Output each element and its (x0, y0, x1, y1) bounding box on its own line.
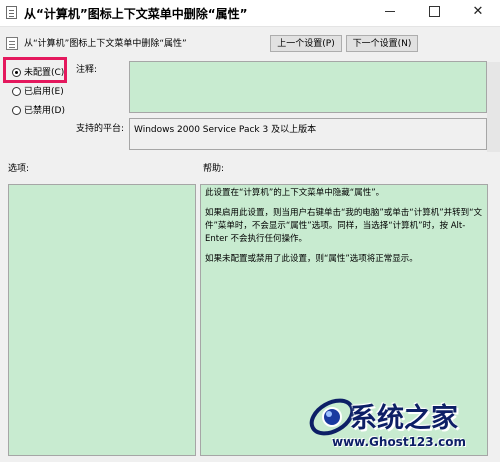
close-button[interactable]: ✕ (456, 0, 500, 26)
platform-label: 支持的平台: (76, 124, 125, 134)
watermark-url: www.Ghost123.com (332, 435, 467, 449)
options-label: 选项: (8, 164, 30, 174)
radio-icon[interactable] (12, 106, 21, 115)
help-paragraph: 此设置在“计算机”的上下文菜单中隐藏“属性”。 (205, 188, 385, 198)
radio-icon[interactable] (12, 87, 21, 96)
radio-label: 已禁用(D) (24, 106, 65, 116)
title-bar: 从“计算机”图标上下文菜单中删除“属性” ✕ (0, 0, 500, 27)
minimize-button[interactable] (368, 0, 412, 26)
radio-disabled[interactable]: 已禁用(D) (12, 103, 65, 117)
policy-name: 从“计算机”图标上下文菜单中删除“属性” (24, 39, 187, 49)
comment-label: 注释: (76, 65, 98, 75)
help-paragraph: 如果未配置或禁用了此设置，则“属性”选项将正常显示。 (205, 254, 418, 264)
help-text: 此设置在“计算机”的上下文菜单中隐藏“属性”。 如果启用此设置，则当用户右键单击… (201, 185, 487, 266)
comment-textarea[interactable] (129, 61, 487, 113)
policy-document-icon (6, 6, 17, 19)
annotation-highlight (3, 57, 67, 83)
close-icon: ✕ (472, 4, 484, 19)
policy-header: 从“计算机”图标上下文菜单中删除“属性” (0, 28, 500, 54)
help-label: 帮助: (203, 164, 225, 174)
maximize-icon (428, 6, 440, 17)
scrollbar[interactable] (487, 62, 500, 152)
options-panel (8, 184, 196, 456)
platform-field: Windows 2000 Service Pack 3 及以上版本 (129, 118, 487, 150)
site-watermark: 系统之家 www.Ghost123.com (308, 393, 500, 462)
previous-setting-button[interactable]: 上一个设置(P) (270, 35, 342, 52)
watermark-site-name: 系统之家 (350, 403, 458, 434)
minimize-icon (385, 11, 395, 12)
radio-label: 已启用(E) (24, 87, 64, 97)
platform-value: Windows 2000 Service Pack 3 及以上版本 (134, 125, 317, 135)
radio-enabled[interactable]: 已启用(E) (12, 84, 64, 98)
window-title: 从“计算机”图标上下文菜单中删除“属性” (24, 7, 248, 21)
help-paragraph: 如果启用此设置，则当用户右键单击“我的电脑”或单击“计算机”并转到“文件”菜单时… (205, 208, 483, 244)
next-setting-button[interactable]: 下一个设置(N) (346, 35, 418, 52)
policy-setting-icon (6, 37, 18, 50)
watermark-logo-icon (309, 398, 355, 436)
maximize-button[interactable] (412, 0, 456, 26)
